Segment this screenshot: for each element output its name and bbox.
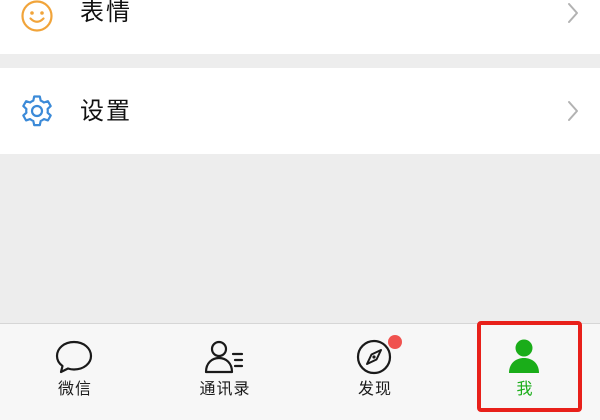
menu-item-label: 设置: [80, 97, 132, 125]
chevron-right-icon: [568, 3, 578, 23]
tab-chats[interactable]: 微信: [0, 324, 150, 420]
contacts-icon: [204, 340, 244, 374]
tab-label: 发现: [357, 379, 392, 398]
menu-item-settings[interactable]: 设置: [0, 68, 600, 154]
tab-me[interactable]: 我: [450, 324, 600, 420]
tab-contacts[interactable]: 通讯录: [150, 324, 300, 420]
tab-label: 通讯录: [199, 379, 251, 398]
gear-icon: [22, 95, 52, 127]
smiley-icon: [21, 0, 53, 32]
chat-bubble-icon: [55, 340, 93, 374]
chevron-right-icon: [568, 101, 578, 121]
menu-item-label: 表情: [80, 0, 132, 26]
tab-label: 我: [516, 379, 534, 398]
tab-discover[interactable]: 发现: [300, 324, 450, 420]
discover-badge-dot: [388, 335, 402, 349]
tab-label: 微信: [57, 379, 92, 398]
menu-item-emoji[interactable]: 表情: [0, 0, 600, 54]
person-icon: [509, 339, 539, 373]
bottom-tab-bar: 微信 通讯录 发现 我: [0, 323, 600, 420]
